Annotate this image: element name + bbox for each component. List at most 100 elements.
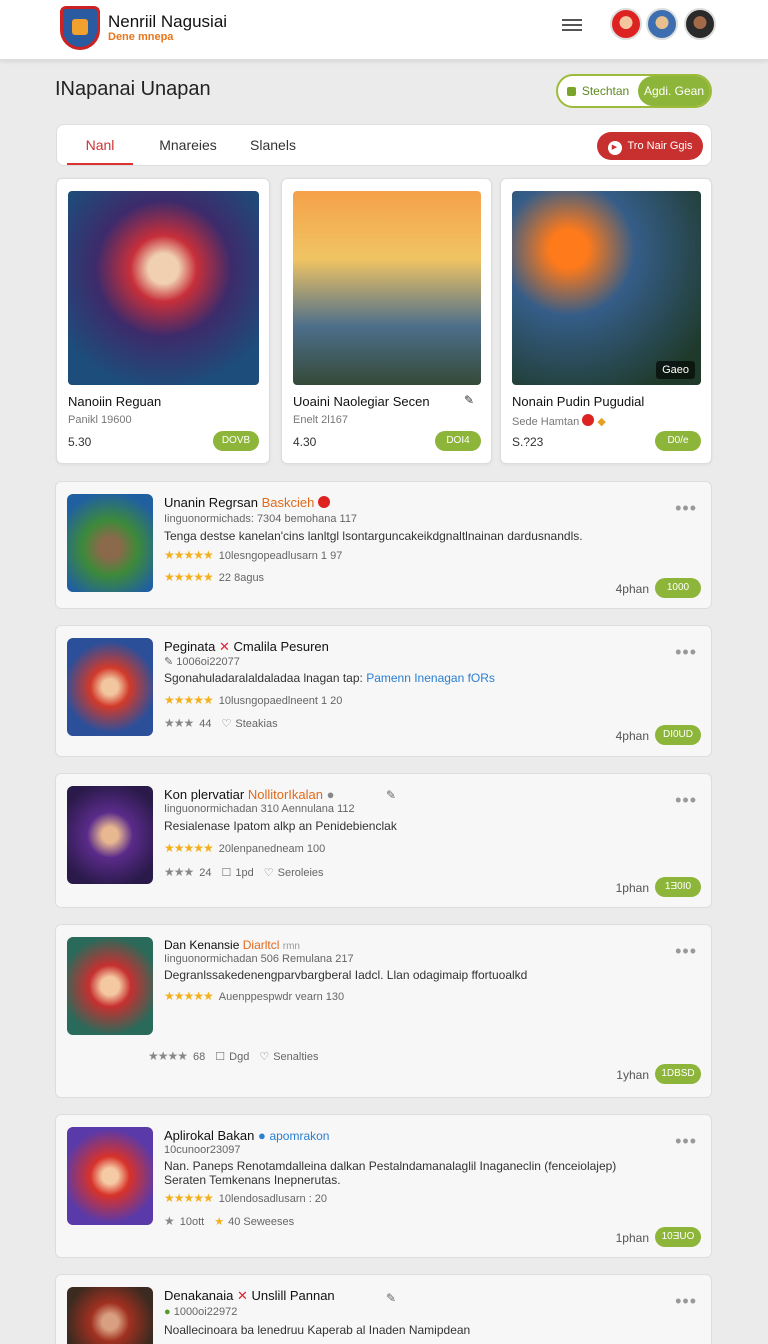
comment-icon[interactable]: ☐ <box>215 1050 225 1063</box>
top-bar: Nenriil Nagusiai Dene mnepa <box>0 0 768 60</box>
featured-image[interactable]: Gaeo <box>512 191 701 385</box>
item-rating-count: 24 <box>199 867 212 879</box>
item-thumbnail[interactable] <box>67 1287 153 1344</box>
heart-icon[interactable]: ♡ <box>259 1050 269 1063</box>
item-description: Nan. Paneps Renotamdalleina dalkan Pesta… <box>164 1159 617 1173</box>
item-rating-text: Auenppespwdr vearn 130 <box>218 991 345 1003</box>
item-get-button[interactable]: 10ƎUO <box>655 1227 701 1247</box>
item-thumbnail[interactable] <box>67 786 153 884</box>
tab-action-button[interactable]: Tro Nair Ggis <box>597 132 703 160</box>
pencil-icon[interactable]: ✎ <box>386 788 396 802</box>
menu-icon[interactable] <box>562 16 582 34</box>
featured-get-button[interactable]: DOVB <box>213 431 259 451</box>
item-reviews: ★★★ 44 ♡ Steakias <box>164 716 278 730</box>
item-reviews: ★ 10ott ★ 40 Seweeses <box>164 1214 294 1228</box>
item-title-highlight: Diarltcl <box>242 938 280 952</box>
pencil-icon[interactable]: ✎ <box>386 1291 396 1305</box>
featured-get-button[interactable]: DOI4 <box>435 431 481 451</box>
featured-price: 4.30 <box>293 435 317 449</box>
item-title-highlight: NollitorIkalan <box>247 787 323 802</box>
item-platform: 4phan <box>615 729 649 743</box>
featured-get-button[interactable]: D0/e <box>655 431 701 451</box>
item-title-highlight: Cmalila Pesuren <box>233 639 329 654</box>
item-extra-a: 1pd <box>235 867 254 879</box>
item-reviews-text: 10ott <box>179 1216 205 1228</box>
item-title: Denakanaia ✕ Unslill Pannan <box>164 1288 335 1304</box>
list-item[interactable]: Peginata ✕ Cmalila Pesuren ••• ✎ 1006oi2… <box>55 625 712 757</box>
list-item[interactable]: Dan Kenansie Diarltcl rmn ••• Iinguonorm… <box>55 924 712 1098</box>
item-rating: ★★★★★ 20lenpanedneam 100 <box>164 841 325 855</box>
item-extra-b: Senalties <box>273 1051 319 1063</box>
featured-card[interactable]: Nanoiin Reguan Panikl 19600 5.30 DOVB <box>56 178 270 464</box>
item-rating-count: 44 <box>199 718 212 730</box>
item-platform: 4phan <box>615 582 649 596</box>
item-reviews: ★★★★★ 22 8agus <box>164 570 264 584</box>
item-reviews-text: 22 8agus <box>218 572 265 584</box>
more-options-icon[interactable]: ••• <box>675 498 697 519</box>
brand-name: Nenriil Nagusiai <box>108 12 228 31</box>
more-options-icon[interactable]: ••• <box>675 642 697 663</box>
tab-slanels[interactable]: Slanels <box>233 125 313 165</box>
item-rating: ★★★★★ 10lesngopeadlusarn 1 97 <box>164 548 342 562</box>
item-get-button[interactable]: DI0UD <box>655 725 701 745</box>
item-title-text: Peginata <box>164 639 216 654</box>
item-description: Degranlssakedenengparvbargberal Iadcl. L… <box>164 968 528 982</box>
item-meta-line: Iinguonormichadan 310 Aennulana 112 <box>164 803 355 815</box>
list-item[interactable]: Kon plervatiar NollitorIkalan ● ✎ ••• Ii… <box>55 773 712 908</box>
item-reviews: ★★★★ 68 ☐ Dgd ♡ Senalties <box>148 1049 318 1063</box>
featured-subtitle: Panikl 19600 <box>68 414 132 426</box>
item-description: Resialenase Ipatom alkp an Penidebiencla… <box>164 819 397 833</box>
item-thumbnail[interactable] <box>67 638 153 736</box>
item-get-button[interactable]: 1Ǝ0I0 <box>655 877 701 897</box>
page-title: INapanai Unapan <box>55 78 211 100</box>
item-link[interactable]: Pamenn Inenagan fORs <box>366 671 495 685</box>
item-thumbnail[interactable] <box>67 1127 153 1225</box>
more-options-icon[interactable]: ••• <box>675 941 697 962</box>
item-thumbnail[interactable] <box>67 937 153 1035</box>
tab-nanl[interactable]: Nanl <box>67 125 133 165</box>
verified-icon: ● <box>257 1128 266 1143</box>
heart-icon[interactable]: ♡ <box>222 717 232 730</box>
heart-icon[interactable]: ♡ <box>264 866 274 879</box>
item-thumbnail[interactable] <box>67 494 153 592</box>
avatar[interactable] <box>684 8 716 40</box>
featured-subtitle: Sede Hamtan ◆ <box>512 414 606 428</box>
featured-image[interactable] <box>293 191 481 385</box>
avatar[interactable] <box>610 8 642 40</box>
app-logo[interactable] <box>60 6 100 50</box>
item-rating-text: 10lusngopaedlneent 1 20 <box>218 695 343 707</box>
comment-icon[interactable]: ☐ <box>222 866 232 879</box>
item-get-button[interactable]: 1DBSD <box>655 1064 701 1084</box>
item-description: Sgonahuladaralaldaladaa lnagan tap: Pame… <box>164 671 495 685</box>
toggle-option-stechtan[interactable]: Stechtan <box>558 76 638 106</box>
item-get-button[interactable]: 1000 <box>655 578 701 598</box>
featured-title: Nanoiin Reguan <box>68 394 162 409</box>
featured-card[interactable]: Gaeo Nonain Pudin Pugudial Sede Hamtan ◆… <box>500 178 712 464</box>
pin-icon[interactable]: ✎ <box>464 393 474 407</box>
avatar[interactable] <box>646 8 678 40</box>
star-rating-icon: ★★★★ <box>148 1049 188 1063</box>
item-meta-text: 1006oi22077 <box>176 656 240 668</box>
cross-icon: ✕ <box>218 639 230 654</box>
view-toggle[interactable]: Stechtan Agdi. Gean <box>556 74 712 108</box>
list-item[interactable]: Unanin Regrsan Baskcieh ••• Iinguonormic… <box>55 481 712 609</box>
star-rating-icon: ★★★★★ <box>164 693 214 707</box>
list-item[interactable]: Denakanaia ✕ Unslill Pannan ✎ ••• ● 1000… <box>55 1274 712 1344</box>
featured-image[interactable] <box>68 191 259 385</box>
item-description-text: Sgonahuladaralaldaladaa lnagan tap: <box>164 671 363 685</box>
tab-mnareies[interactable]: Mnareies <box>143 125 233 165</box>
more-options-icon[interactable]: ••• <box>675 790 697 811</box>
more-options-icon[interactable]: ••• <box>675 1131 697 1152</box>
item-platform: 1phan <box>615 881 649 895</box>
item-platform: 1yhan <box>616 1068 649 1082</box>
image-label: Gaeo <box>656 361 695 379</box>
item-title: Aplirokal Bakan ● apomrakon <box>164 1128 329 1143</box>
more-options-icon[interactable]: ••• <box>675 1291 697 1312</box>
item-rating-text: 10lesngopeadlusarn 1 97 <box>218 550 343 562</box>
list-item[interactable]: Aplirokal Bakan ● apomrakon ••• 10cunoor… <box>55 1114 712 1258</box>
toggle-option-agdi[interactable]: Agdi. Gean <box>638 76 710 106</box>
item-meta-text: 1000oi22972 <box>173 1306 238 1318</box>
cross-icon: ✕ <box>237 1288 248 1303</box>
item-meta-line: Iinguonormichadan 506 Remulana 217 <box>164 953 354 965</box>
featured-card[interactable]: Uoaini Naolegiar Secen ✎ Enelt 2l167 4.3… <box>281 178 492 464</box>
